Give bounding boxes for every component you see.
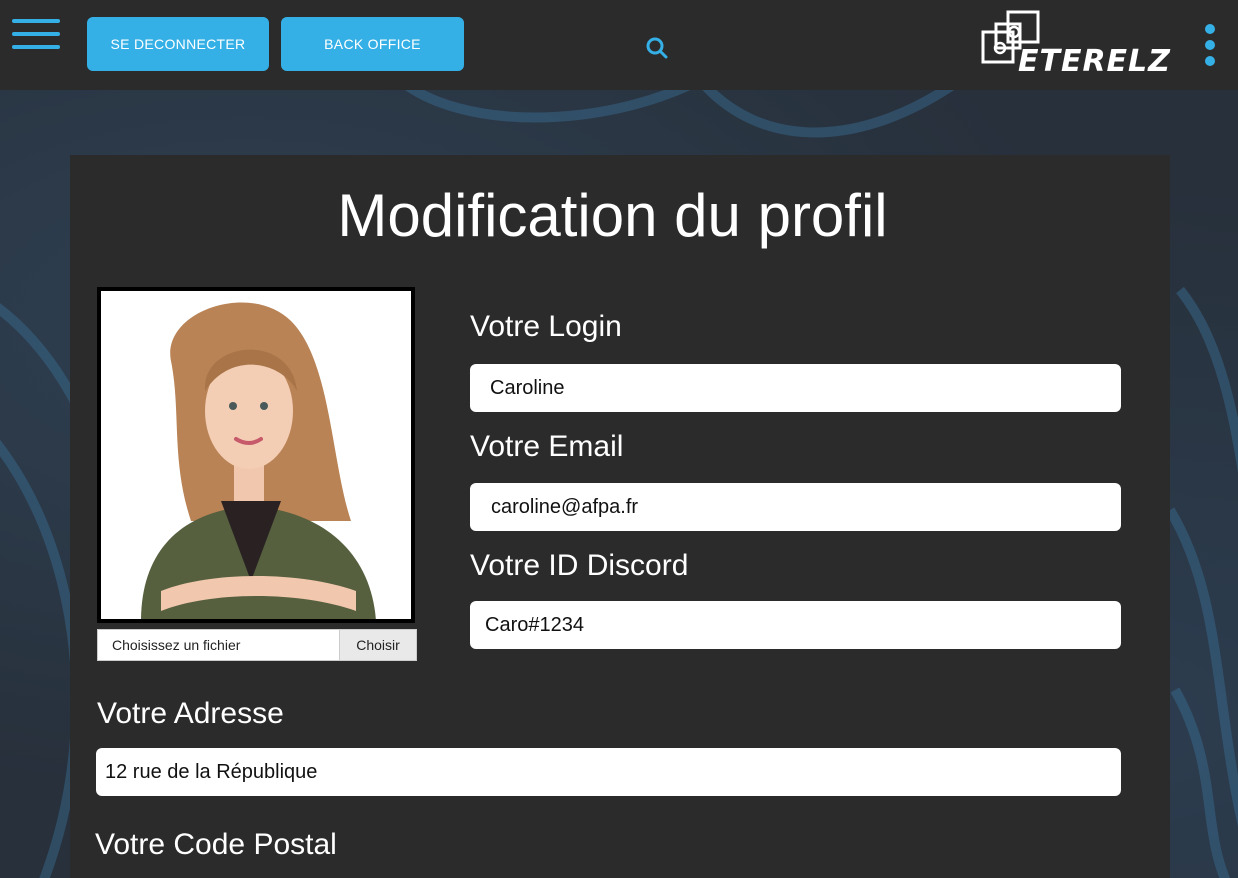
search-icon[interactable] [645,36,669,60]
email-label: Votre Email [470,430,624,463]
profile-edit-card: Modification du profil Choisissez un fic… [70,155,1170,878]
postal-code-label: Votre Code Postal [95,828,337,861]
top-navbar: SE DECONNECTER BACK OFFICE ETERELZ [0,0,1238,90]
file-picker-placeholder: Choisissez un fichier [112,637,241,653]
choose-file-button[interactable]: Choisir [339,630,416,660]
avatar-illustration [101,291,411,619]
hamburger-menu-icon[interactable] [12,19,60,49]
login-label: Votre Login [470,310,622,343]
discord-input[interactable] [470,601,1121,649]
back-office-button[interactable]: BACK OFFICE [281,17,464,71]
address-input[interactable] [96,748,1121,796]
page-title: Modification du profil [337,182,888,249]
avatar-photo [101,291,411,619]
login-input[interactable] [470,364,1121,412]
email-input[interactable] [470,483,1121,531]
logo-text: ETERELZ [1018,44,1171,79]
discord-label: Votre ID Discord [470,549,689,582]
eterelz-logo[interactable]: ETERELZ [980,10,1176,80]
more-options-icon[interactable] [1202,24,1218,68]
file-picker[interactable]: Choisissez un fichier Choisir [97,629,417,661]
avatar-frame [97,287,415,623]
address-label: Votre Adresse [97,697,284,730]
logout-button[interactable]: SE DECONNECTER [87,17,269,71]
